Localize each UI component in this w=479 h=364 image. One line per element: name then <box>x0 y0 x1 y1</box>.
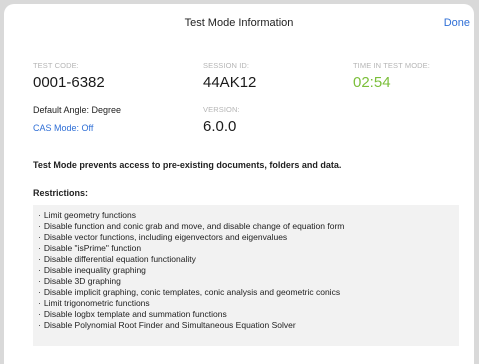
time-in-test-mode-label: TIME IN TEST MODE: <box>353 61 430 70</box>
cas-mode-link[interactable]: CAS Mode: Off <box>33 123 93 133</box>
restriction-item: Limit trigonometric functions <box>38 298 459 309</box>
session-id-label: SESSION ID: <box>203 61 250 70</box>
restriction-item: Disable 3D graphing <box>38 276 459 287</box>
restrictions-list-box[interactable]: Limit geometry functions Disable functio… <box>33 205 459 346</box>
restrictions-heading: Restrictions: <box>33 188 89 198</box>
restriction-item: Disable "isPrime" function <box>38 243 459 254</box>
test-mode-dialog: Test Mode Information Done TEST CODE: 00… <box>4 4 474 364</box>
dialog-header: Test Mode Information Done <box>4 4 474 44</box>
restriction-item: Disable function and conic grab and move… <box>38 221 459 232</box>
restriction-item: Disable Polynomial Root Finder and Simul… <box>38 320 459 331</box>
default-angle-text: Default Angle: Degree <box>33 105 122 115</box>
version-value: 6.0.0 <box>203 118 237 135</box>
session-id-value: 44AK12 <box>203 74 257 91</box>
dialog-title: Test Mode Information <box>184 17 294 29</box>
done-button[interactable]: Done <box>444 17 470 29</box>
test-code-label: TEST CODE: <box>33 61 79 70</box>
restriction-item: Disable inequality graphing <box>38 265 459 276</box>
time-in-test-mode-value: 02:54 <box>353 74 391 91</box>
version-label: VERSION: <box>203 105 240 114</box>
test-mode-statement: Test Mode prevents access to pre-existin… <box>33 160 342 170</box>
restriction-item: Limit geometry functions <box>38 210 459 221</box>
restriction-item: Disable vector functions, including eige… <box>38 232 459 243</box>
restriction-item: Disable logbx template and summation fun… <box>38 309 459 320</box>
restriction-item: Disable differential equation functional… <box>38 254 459 265</box>
restrictions-list: Limit geometry functions Disable functio… <box>33 205 459 331</box>
restriction-item: Disable implicit graphing, conic templat… <box>38 287 459 298</box>
test-code-value: 0001-6382 <box>33 74 105 91</box>
